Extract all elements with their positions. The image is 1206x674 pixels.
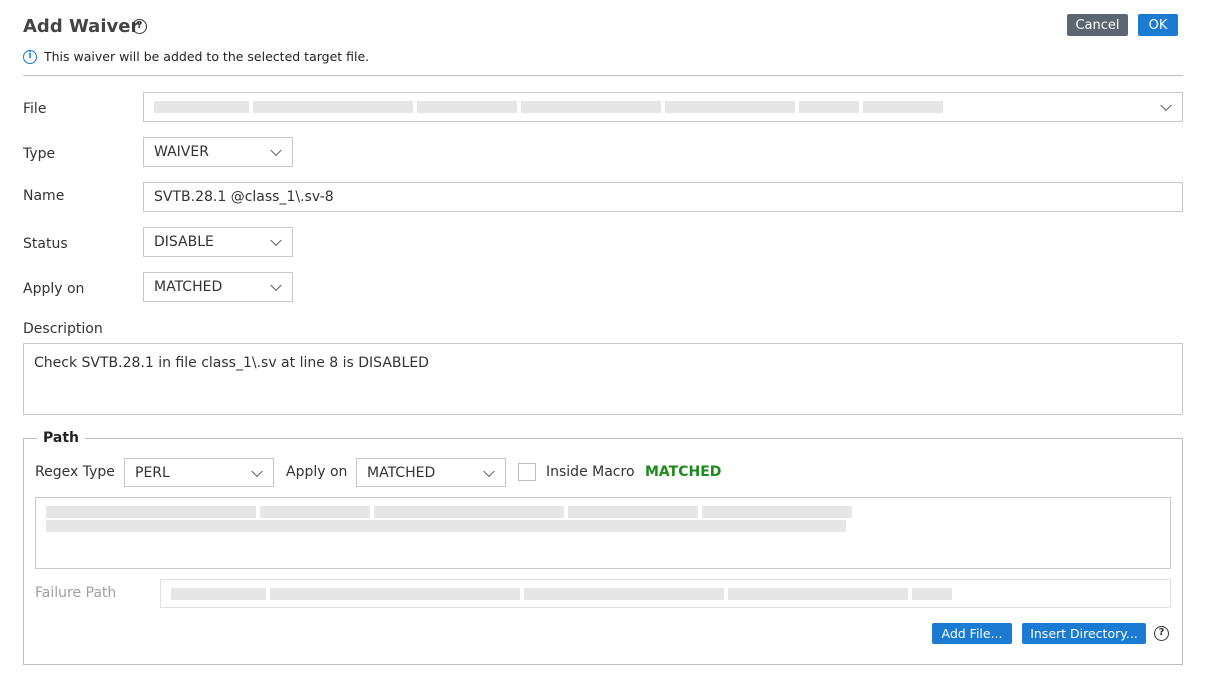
type-value: WAIVER <box>154 144 209 160</box>
description-label: Description <box>23 321 103 337</box>
status-select[interactable]: DISABLE <box>143 227 293 257</box>
match-status: MATCHED <box>645 464 722 480</box>
failure-path-label: Failure Path <box>35 585 117 601</box>
path-regex-redacted <box>46 506 856 532</box>
apply-on-label: Apply on <box>23 281 85 297</box>
name-value: SVTB.28.1 @class_1\.sv-8 <box>154 189 334 205</box>
regex-type-select[interactable]: PERL <box>124 458 274 487</box>
chevron-down-icon <box>270 234 282 247</box>
chevron-down-icon <box>270 144 282 157</box>
regex-type-label: Regex Type <box>35 464 115 480</box>
help-icon[interactable]: ? <box>1154 626 1169 641</box>
inside-macro-label: Inside Macro <box>546 464 635 480</box>
name-label: Name <box>23 188 65 204</box>
file-select[interactable] <box>143 92 1183 122</box>
dialog-title: Add Waiver <box>23 16 140 37</box>
info-icon: i <box>23 49 37 64</box>
status-value: DISABLE <box>154 234 214 250</box>
chevron-down-icon <box>483 465 495 477</box>
info-message: i This waiver will be added to the selec… <box>23 49 369 64</box>
file-label: File <box>23 101 47 117</box>
apply-on-value: MATCHED <box>154 279 223 295</box>
regex-type-value: PERL <box>135 464 170 481</box>
header-divider <box>23 75 1183 76</box>
path-apply-on-value: MATCHED <box>367 464 436 481</box>
cancel-button[interactable]: Cancel <box>1067 14 1128 36</box>
failure-path-input[interactable] <box>160 579 1171 608</box>
status-label: Status <box>23 236 68 252</box>
info-text: This waiver will be added to the selecte… <box>44 49 370 64</box>
failure-path-redacted <box>171 587 956 600</box>
path-apply-on-select[interactable]: MATCHED <box>356 458 506 487</box>
file-value-redacted <box>154 101 947 113</box>
type-select[interactable]: WAIVER <box>143 137 293 167</box>
path-apply-on-label: Apply on <box>286 464 348 480</box>
description-textarea[interactable]: Check SVTB.28.1 in file class_1\.sv at l… <box>23 343 1183 415</box>
add-file-button[interactable]: Add File... <box>932 623 1012 644</box>
path-legend: Path <box>37 430 85 446</box>
path-regex-textarea[interactable] <box>35 497 1171 569</box>
description-value: Check SVTB.28.1 in file class_1\.sv at l… <box>34 355 429 371</box>
chevron-down-icon <box>270 279 282 292</box>
apply-on-select[interactable]: MATCHED <box>143 272 293 302</box>
inside-macro-checkbox[interactable] <box>518 463 536 481</box>
type-label: Type <box>23 146 56 162</box>
chevron-down-icon <box>1160 99 1172 112</box>
chevron-down-icon <box>251 465 263 477</box>
ok-button[interactable]: OK <box>1138 14 1178 36</box>
help-icon[interactable]: ? <box>132 19 147 34</box>
insert-directory-button[interactable]: Insert Directory... <box>1022 623 1146 644</box>
name-input[interactable]: SVTB.28.1 @class_1\.sv-8 <box>143 182 1183 212</box>
